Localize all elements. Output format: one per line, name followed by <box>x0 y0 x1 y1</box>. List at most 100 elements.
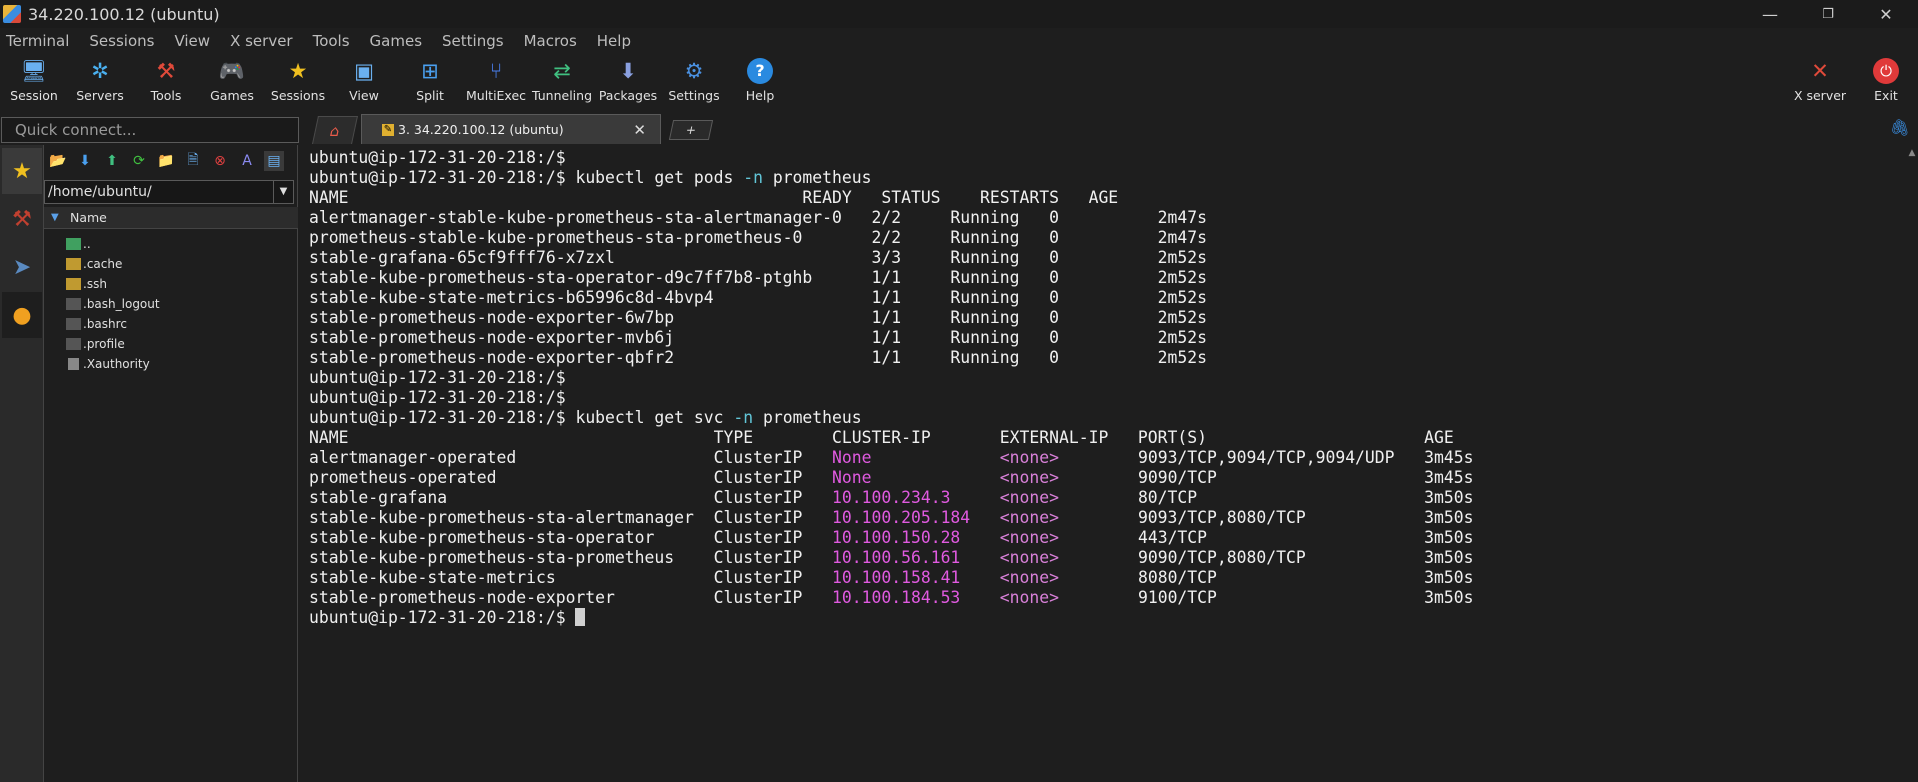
file-row-ssh[interactable]: .ssh <box>66 274 107 294</box>
folder-icon <box>66 258 81 270</box>
pods-header: NAME READY STATUS RESTARTS AGE <box>309 188 1119 207</box>
new-file-icon[interactable]: 🗎 <box>183 151 203 171</box>
chevron-down-icon[interactable]: ▼ <box>273 181 293 203</box>
xserver-icon: ✕ <box>1811 59 1829 83</box>
menu-settings[interactable]: Settings <box>442 32 504 50</box>
file-row-xauthority[interactable]: .Xauthority <box>66 354 150 374</box>
tunneling-button[interactable]: ⇄ Tunneling <box>529 56 595 108</box>
tunneling-icon: ⇄ <box>553 59 571 83</box>
maximize-button[interactable]: ❐ <box>1800 0 1856 28</box>
paperclip-icon[interactable]: 🖇 <box>1890 118 1910 137</box>
file-row-parent[interactable]: .. <box>66 234 91 254</box>
home-icon: ⌂ <box>328 121 342 140</box>
menu-tools[interactable]: Tools <box>313 32 350 50</box>
new-folder-icon[interactable]: 📁 <box>156 151 176 171</box>
file-row-bashrc[interactable]: .bashrc <box>66 314 127 334</box>
file-icon <box>66 318 81 330</box>
svc-row: stable-kube-state-metrics ClusterIP 10.1… <box>309 568 1474 587</box>
star-icon: ★ <box>288 59 308 83</box>
sessions-button[interactable]: ★ Sessions <box>265 56 331 108</box>
servers-button[interactable]: ✲ Servers <box>67 56 133 108</box>
pod-row: stable-prometheus-node-exporter-qbfr2 1/… <box>309 348 1207 367</box>
title-bar: 34.220.100.12 (ubuntu) — ❐ ✕ <box>0 0 1918 28</box>
svc-row: alertmanager-operated ClusterIP None <no… <box>309 448 1474 467</box>
svc-row: stable-kube-prometheus-sta-prometheus Cl… <box>309 548 1474 567</box>
svc-row: stable-kube-prometheus-sta-alertmanager … <box>309 508 1474 527</box>
menu-help[interactable]: Help <box>597 32 631 50</box>
power-icon: ⏻ <box>1873 58 1899 84</box>
session-button[interactable]: 🖥 Session <box>1 56 67 108</box>
mobaxterm-logo-icon <box>3 5 21 23</box>
menu-view[interactable]: View <box>174 32 210 50</box>
menu-games[interactable]: Games <box>370 32 422 50</box>
path-field[interactable]: /home/ubuntu/ ▼ <box>44 180 294 204</box>
terminal-line: ubuntu@ip-172-31-20-218:/$ <box>309 148 566 167</box>
help-icon: ? <box>747 58 773 84</box>
tab-session-3[interactable]: ✎ 3. 34.220.100.12 (ubuntu) ✕ <box>361 114 661 144</box>
gear-icon: ⚙ <box>684 59 704 83</box>
file-icon <box>68 358 79 370</box>
menu-macros[interactable]: Macros <box>524 32 577 50</box>
pod-row: stable-kube-state-metrics-b65996c8d-4bvp… <box>309 288 1207 307</box>
terminal-line: ubuntu@ip-172-31-20-218:/$ <box>309 388 566 407</box>
help-button[interactable]: ? Help <box>727 56 793 108</box>
rename-icon[interactable]: A <box>237 151 257 171</box>
minimize-button[interactable]: — <box>1742 0 1798 28</box>
delete-icon[interactable]: ⊗ <box>210 151 230 171</box>
file-icon <box>66 338 81 350</box>
upload-icon[interactable]: ⬆ <box>102 151 122 171</box>
file-icon <box>66 298 81 310</box>
sftp-side-icon[interactable]: ● <box>2 292 42 338</box>
settings-button[interactable]: ⚙ Settings <box>661 56 727 108</box>
folder-icon <box>66 278 81 290</box>
terminal-line: ubuntu@ip-172-31-20-218:/$ kubectl get s… <box>309 408 862 427</box>
session-icon: 🖥 <box>20 59 48 83</box>
folder-up-icon[interactable]: 📂 <box>48 151 68 171</box>
pod-row: prometheus-stable-kube-prometheus-sta-pr… <box>309 228 1207 247</box>
tab-bar: ⌂ ✎ 3. 34.220.100.12 (ubuntu) ✕ + 🖇 <box>305 114 1918 144</box>
new-tab-button[interactable]: + <box>668 120 714 140</box>
file-row-cache[interactable]: .cache <box>66 254 122 274</box>
terminal-scrollbar[interactable]: ▲ <box>1906 146 1918 782</box>
home-tab[interactable]: ⌂ <box>312 116 358 144</box>
toolbar: 🖥 Session ✲ Servers ⚒ Tools 🎮 Games ★ Se… <box>0 54 1918 110</box>
terminal-line: ubuntu@ip-172-31-20-218:/$ <box>309 608 586 628</box>
download-icon[interactable]: ⬇ <box>75 151 95 171</box>
side-panel-switcher: ★ ⚒ ➤ ● <box>0 145 44 782</box>
games-button[interactable]: 🎮 Games <box>199 56 265 108</box>
menu-terminal[interactable]: Terminal <box>6 32 69 50</box>
name-column-header[interactable]: ▼ Name <box>44 207 298 229</box>
view-button[interactable]: ▣ View <box>331 56 397 108</box>
exit-button[interactable]: ⏻ Exit <box>1853 56 1918 108</box>
servers-icon: ✲ <box>91 59 109 83</box>
file-row-bash-logout[interactable]: .bash_logout <box>66 294 160 314</box>
pod-row: stable-grafana-65cf9fff76-x7zxl 3/3 Runn… <box>309 248 1207 267</box>
send-side-icon[interactable]: ➤ <box>2 244 42 290</box>
close-button[interactable]: ✕ <box>1858 0 1914 28</box>
xserver-button[interactable]: ✕ X server <box>1787 56 1853 108</box>
follow-terminal-icon[interactable]: ▤ <box>264 151 284 171</box>
parent-folder-icon <box>66 238 81 250</box>
refresh-icon[interactable]: ⟳ <box>129 151 149 171</box>
file-row-profile[interactable]: .profile <box>66 334 125 354</box>
quick-connect-input[interactable]: Quick connect... <box>1 117 299 143</box>
menu-xserver[interactable]: X server <box>230 32 293 50</box>
gamepad-icon: 🎮 <box>218 59 246 83</box>
tools-icon: ⚒ <box>156 59 176 83</box>
terminal-line: ubuntu@ip-172-31-20-218:/$ kubectl get p… <box>309 168 872 187</box>
terminal-output[interactable]: ubuntu@ip-172-31-20-218:/$ ubuntu@ip-172… <box>301 146 1906 782</box>
tools-side-icon[interactable]: ⚒ <box>2 196 42 242</box>
menu-sessions[interactable]: Sessions <box>89 32 154 50</box>
sessions-star-icon[interactable]: ★ <box>2 148 42 194</box>
packages-icon: ⬇ <box>619 59 637 83</box>
multiexec-button[interactable]: ⑂ MultiExec <box>463 56 529 108</box>
tools-button[interactable]: ⚒ Tools <box>133 56 199 108</box>
sftp-toolbar: 📂 ⬇ ⬆ ⟳ 📁 🗎 ⊗ A ▤ <box>44 149 298 173</box>
pod-row: stable-kube-prometheus-sta-operator-d9c7… <box>309 268 1207 287</box>
split-icon: ⊞ <box>421 59 439 83</box>
split-button[interactable]: ⊞ Split <box>397 56 463 108</box>
scroll-up-icon[interactable]: ▲ <box>1906 148 1918 158</box>
text-cursor <box>575 608 586 626</box>
tab-close-icon[interactable]: ✕ <box>633 121 646 139</box>
packages-button[interactable]: ⬇ Packages <box>595 56 661 108</box>
